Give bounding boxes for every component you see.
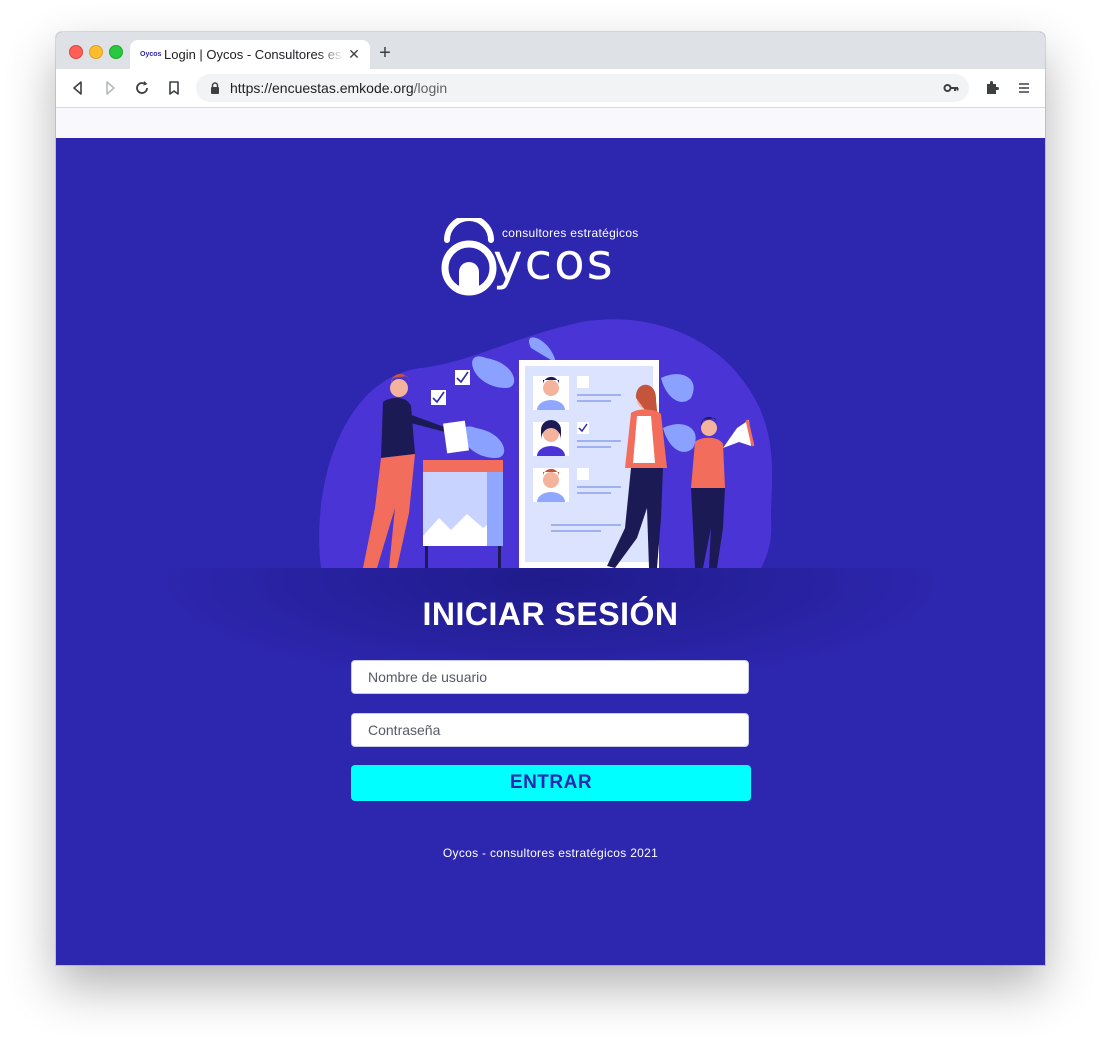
favicon-icon: Oycos (140, 51, 162, 58)
back-icon[interactable] (68, 78, 88, 98)
close-window-button[interactable] (69, 45, 83, 59)
oycos-logo-mark-icon (441, 218, 497, 296)
footer-copyright: Oycos - consultores estratégicos 2021 (442, 846, 659, 860)
login-page: consultores estratégicos ycos INICIAR SE… (56, 138, 1045, 965)
browser-toolbar: https://encuestas.emkode.org/login (56, 69, 1045, 108)
page-top-strip (56, 108, 1045, 138)
login-submit-button[interactable]: ENTRAR (351, 765, 751, 801)
voting-illustration (319, 319, 773, 568)
url-text: https://encuestas.emkode.org/login (230, 80, 448, 96)
reload-icon[interactable] (132, 78, 152, 98)
lock-icon (211, 82, 219, 94)
address-bar[interactable]: https://encuestas.emkode.org/login (196, 74, 969, 102)
tab-bar: Oycos Login | Oycos - Consultores estrat… (56, 32, 1045, 69)
logo-wordmark: ycos (493, 233, 615, 291)
tab-title: Login | Oycos - Consultores estratégicos (164, 47, 344, 62)
username-input[interactable] (351, 660, 749, 694)
password-input[interactable] (351, 713, 749, 747)
oycos-logo: consultores estratégicos ycos (439, 218, 664, 298)
menu-icon[interactable] (1014, 78, 1034, 98)
maximize-window-button[interactable] (109, 45, 123, 59)
forward-icon[interactable] (100, 78, 120, 98)
login-heading: INICIAR SESIÓN (422, 596, 679, 632)
key-icon[interactable] (943, 81, 959, 95)
close-tab-icon[interactable]: ✕ (346, 46, 362, 62)
browser-tab[interactable]: Oycos Login | Oycos - Consultores estrat… (130, 40, 370, 69)
new-tab-icon[interactable]: + (376, 43, 394, 63)
extensions-icon[interactable] (982, 78, 1002, 98)
bookmark-icon[interactable] (164, 78, 184, 98)
browser-window: Oycos Login | Oycos - Consultores estrat… (56, 32, 1045, 965)
minimize-window-button[interactable] (89, 45, 103, 59)
